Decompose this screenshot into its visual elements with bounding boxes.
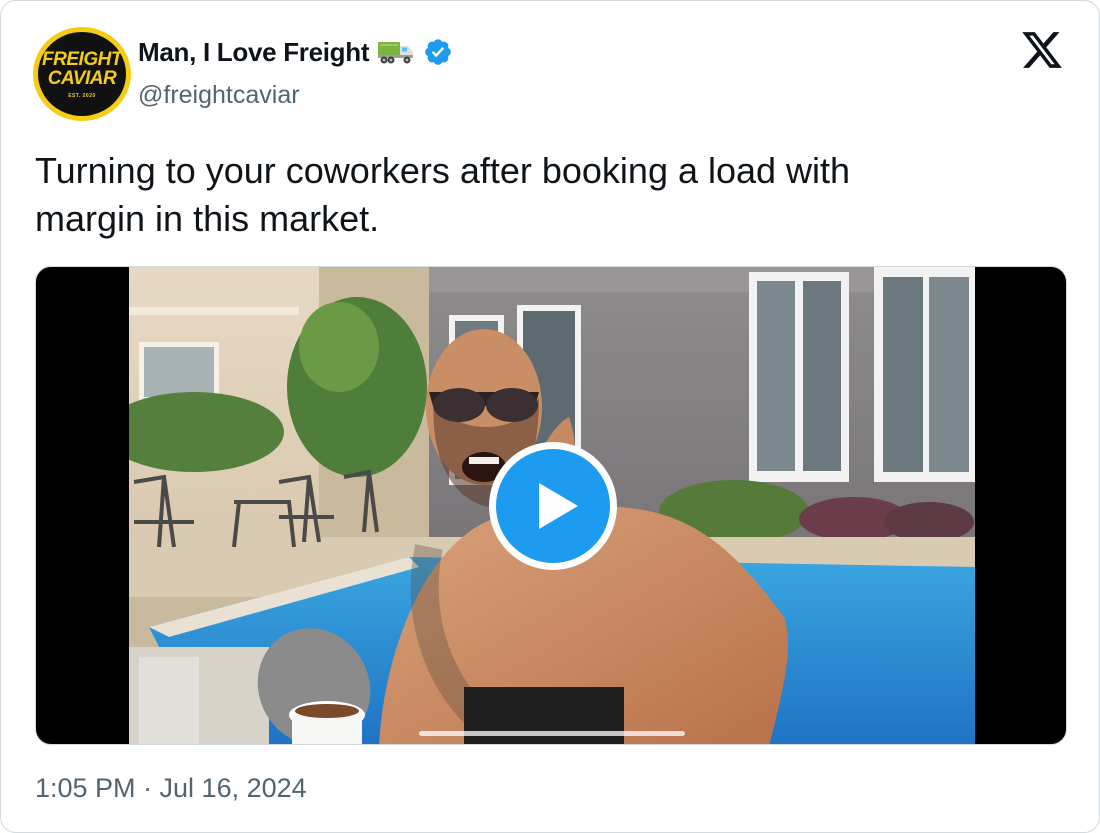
truck-icon [377,38,415,66]
avatar-logo: FREIGHT CAVIAR EST. 2020 [38,32,126,116]
author-avatar[interactable]: FREIGHT CAVIAR EST. 2020 [33,27,131,121]
author-display-name[interactable]: Man, I Love Freight [138,37,370,68]
tweet-card: FREIGHT CAVIAR EST. 2020 Man, I Love Fre… [0,0,1100,833]
video-player[interactable] [35,266,1067,745]
tweet-timestamp[interactable]: 1:05 PM · Jul 16, 2024 [35,773,307,804]
avatar-logo-line-3: EST. 2020 [68,92,96,99]
verified-badge-icon [423,37,453,67]
video-progress-bar[interactable] [419,731,685,736]
play-icon[interactable] [486,439,620,573]
x-logo-icon[interactable] [1019,28,1065,72]
avatar-logo-line-1: FREIGHT [42,48,122,70]
avatar-logo-line-2: CAVIAR [47,67,117,89]
tweet-text: Turning to your coworkers after booking … [35,150,851,239]
author-name-row: Man, I Love Freight [138,34,453,70]
author-handle[interactable]: @freightcaviar [138,81,300,110]
